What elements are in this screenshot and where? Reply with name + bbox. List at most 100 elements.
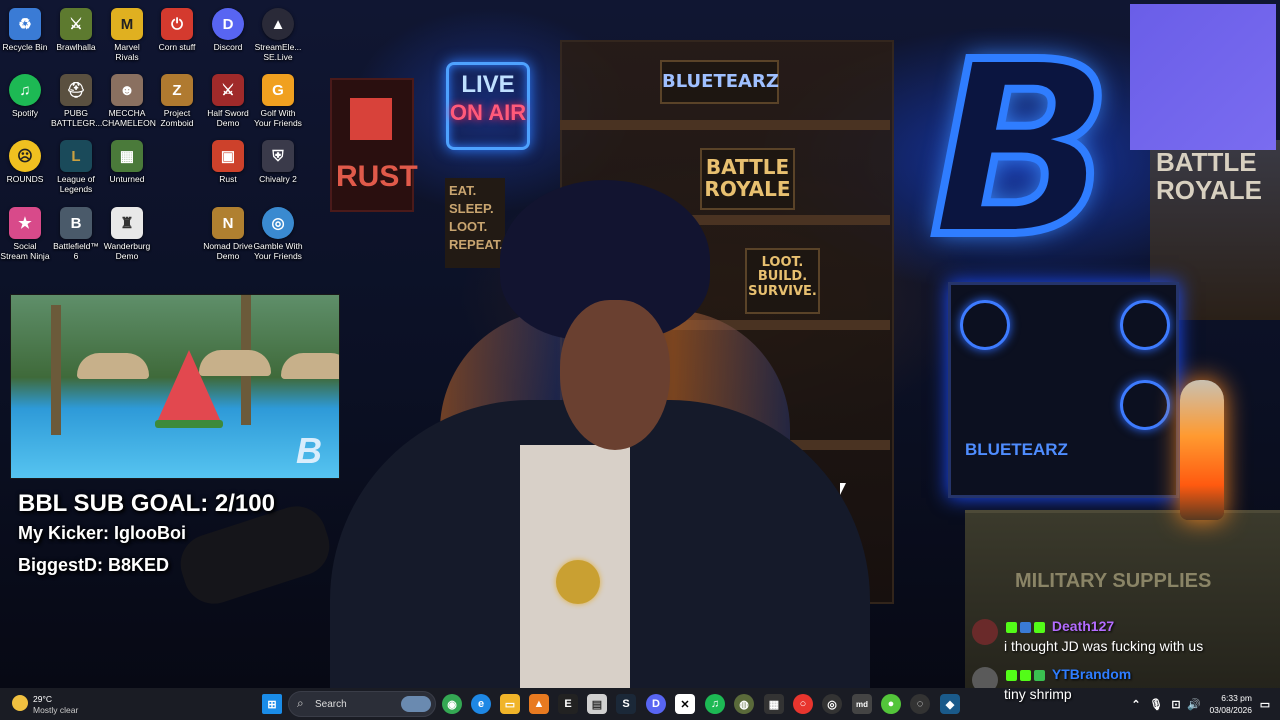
- icon-label: Marvel Rivals: [114, 42, 140, 62]
- desktop-icon-golf[interactable]: G Golf With Your Friends: [253, 70, 303, 128]
- vlc-icon[interactable]: ▲: [529, 694, 549, 714]
- military-crate: [965, 510, 1280, 688]
- icon-label: Nomad Drive Demo: [203, 241, 253, 261]
- desktop-icon-chivalry-2[interactable]: ⛨ Chivalry 2: [253, 136, 303, 184]
- subscriber-badge-icon: [1020, 621, 1031, 633]
- weather-desc[interactable]: Mostly clear: [33, 705, 78, 715]
- kick-badge-icon: [1006, 621, 1017, 633]
- pc-fan: [1120, 300, 1170, 350]
- video-overlay[interactable]: B: [10, 294, 340, 479]
- live-text: LIVE: [461, 71, 515, 98]
- icon-label: Unturned: [109, 174, 145, 184]
- watermelon-rind: [155, 420, 223, 428]
- icon-label: Social Stream Ninja: [0, 241, 50, 261]
- pc-label: BLUETEARZ: [965, 440, 1068, 459]
- icon-label: Recycle Bin: [2, 42, 48, 52]
- game-taskbar-icon[interactable]: ◍: [734, 694, 754, 714]
- search-box[interactable]: ⌕ Search: [288, 691, 436, 717]
- chat-username: Death127: [1051, 618, 1115, 634]
- chrome-icon[interactable]: ◉: [442, 694, 462, 714]
- app-icon[interactable]: ◆: [940, 694, 960, 714]
- mouse-cursor: [840, 483, 846, 495]
- desktop-icon-corn-stuff[interactable]: ⏻ Corn stuff: [152, 4, 202, 52]
- desktop-icon-nomad-drive[interactable]: N Nomad Drive Demo: [203, 203, 253, 261]
- gamble-icon: ◎: [262, 207, 294, 239]
- app-icon[interactable]: ▤: [587, 694, 607, 714]
- spotify-taskbar-icon[interactable]: ♫: [705, 694, 725, 714]
- desktop-icon-rust[interactable]: ▣ Rust: [203, 136, 253, 184]
- icon-label: MECCHA CHAMELEON: [102, 108, 156, 128]
- wanderburg-icon: ♜: [111, 207, 143, 239]
- desktop-icon-meccha-chameleon[interactable]: ☻ MECCHA CHAMELEON: [102, 70, 156, 128]
- desktop-icon-rounds[interactable]: ☹ ROUNDS: [0, 136, 50, 184]
- desktop-icon-half-sword[interactable]: ⚔ Half Sword Demo: [203, 70, 253, 128]
- desktop-icon-gamble[interactable]: ◎ Gamble With Your Friends: [253, 203, 303, 261]
- notification-icon[interactable]: ▭: [1255, 694, 1275, 714]
- icon-label: Half Sword Demo: [207, 108, 249, 128]
- desktop-icon-league-of-legends[interactable]: L League of Legends: [51, 136, 101, 194]
- gem-badge-icon: [1034, 621, 1045, 633]
- obs-icon[interactable]: ◎: [822, 694, 842, 714]
- gem-badge-icon: [1020, 669, 1031, 681]
- desktop-icon-streamelements[interactable]: ▲ StreamEle... SE.Live: [253, 4, 303, 62]
- desktop-icon-unturned[interactable]: ▦ Unturned: [102, 136, 152, 184]
- app-icon[interactable]: ◌: [910, 694, 930, 714]
- kicker-text: My Kicker: IglooBoi: [18, 523, 187, 543]
- icon-label: Brawlhalla: [56, 42, 96, 52]
- desktop-icon-brawlhalla[interactable]: ⚔ Brawlhalla: [51, 4, 101, 52]
- edge-icon[interactable]: e: [471, 694, 491, 714]
- marvel-rivals-icon: M: [111, 8, 143, 40]
- x-icon[interactable]: ✕: [675, 694, 695, 714]
- sub-goal-text: BBL SUB GOAL: 2/100: [18, 490, 275, 517]
- desktop-icon-discord[interactable]: D Discord: [203, 4, 253, 52]
- epic-games-icon[interactable]: E: [558, 694, 578, 714]
- icon-label: Spotify: [12, 108, 38, 118]
- line-icon[interactable]: ●: [881, 694, 901, 714]
- desktop-icon-project-zomboid[interactable]: Z Project Zomboid: [152, 70, 202, 128]
- umbrella: [281, 353, 339, 379]
- start-button[interactable]: ⊞: [262, 694, 282, 714]
- search-placeholder: Search: [315, 699, 347, 710]
- chat-message-1-header: Death127: [1006, 618, 1114, 634]
- network-icon[interactable]: ⊡: [1166, 694, 1186, 714]
- desktop-icon-battlefield-6[interactable]: B Battlefield™ 6: [51, 203, 101, 261]
- corn-stuff-icon: ⏻: [161, 8, 193, 40]
- icon-label: Golf With Your Friends: [254, 108, 302, 128]
- live-on-air-sign: LIVE ON AIR: [446, 62, 530, 150]
- kick-badge-icon: [1006, 669, 1017, 681]
- icon-label: Rust: [219, 174, 237, 184]
- app-icon[interactable]: md: [852, 694, 872, 714]
- watermelon-character: [157, 350, 221, 422]
- desktop-icon-spotify[interactable]: ♫ Spotify: [0, 70, 50, 118]
- weather-temp[interactable]: 29°C: [33, 694, 52, 704]
- desktop-icon-wanderburg[interactable]: ♜ Wanderburg Demo: [102, 203, 152, 261]
- record-icon[interactable]: ○: [793, 694, 813, 714]
- rust-logo: [350, 98, 392, 140]
- league-of-legends-icon: L: [60, 140, 92, 172]
- icon-label: PUBG BATTLEGR...: [51, 108, 103, 128]
- weather-icon[interactable]: [12, 695, 28, 711]
- desktop-icon-recycle-bin[interactable]: ♻ Recycle Bin: [0, 4, 50, 52]
- icon-label: StreamEle... SE.Live: [254, 42, 302, 62]
- desktop-icon-social-stream-ninja[interactable]: ★ Social Stream Ninja: [0, 203, 50, 261]
- app-icon[interactable]: ▦: [764, 694, 784, 714]
- chevron-up-icon[interactable]: ⌃: [1126, 694, 1146, 714]
- chat-username: YTBrandom: [1051, 666, 1132, 682]
- desktop-icon-pubg[interactable]: ⛑ PUBG BATTLEGR...: [51, 70, 103, 128]
- b-logo-watermark: B: [296, 430, 322, 471]
- pubg-icon: ⛑: [60, 74, 92, 106]
- clock-time[interactable]: 6:33 pm: [1200, 693, 1252, 703]
- recycle-bin-icon: ♻: [9, 8, 41, 40]
- meccha-chameleon-icon: ☻: [111, 74, 143, 106]
- microphone-icon[interactable]: 🎙: [1146, 694, 1166, 714]
- discord-taskbar-icon[interactable]: D: [646, 694, 666, 714]
- clock-date[interactable]: 03/08/2026: [1200, 705, 1252, 715]
- desktop-icon-marvel-rivals[interactable]: M Marvel Rivals: [102, 4, 152, 62]
- social-stream-icon: ★: [9, 207, 41, 239]
- spotify-icon: ♫: [9, 74, 41, 106]
- steam-icon[interactable]: S: [616, 694, 636, 714]
- pc-fan: [960, 300, 1010, 350]
- shelf-board: [560, 120, 890, 130]
- file-explorer-icon[interactable]: ▭: [500, 694, 520, 714]
- on-air-text: ON AIR: [449, 100, 527, 125]
